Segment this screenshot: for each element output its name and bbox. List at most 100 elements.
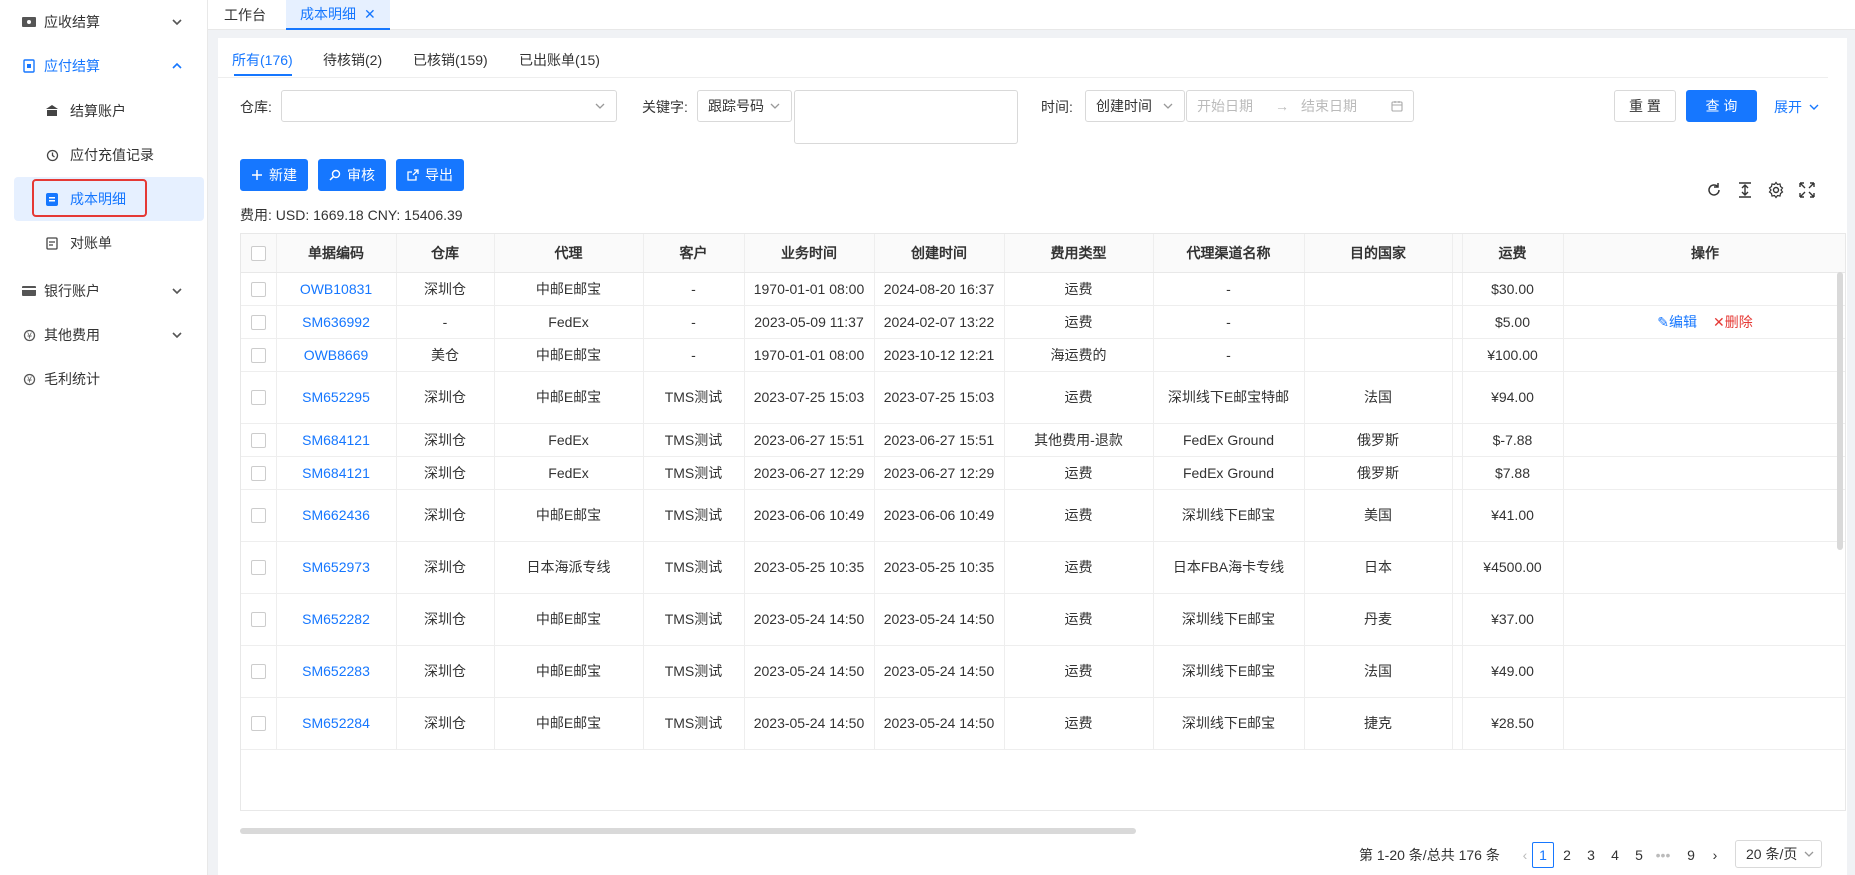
keyword-textarea[interactable] [794,90,1018,144]
page-2[interactable]: 2 [1556,842,1578,868]
cell-code[interactable]: SM652973 [276,541,397,594]
page-5[interactable]: 5 [1628,842,1650,868]
page-3[interactable]: 3 [1580,842,1602,868]
warehouse-select[interactable] [281,90,617,122]
cell-code[interactable]: SM684121 [276,423,397,457]
fullscreen-icon[interactable] [1798,181,1816,199]
cell-warehouse: 深圳仓 [396,697,495,750]
sidebar-item-recharge-records[interactable]: 应付充值记录 [0,133,208,177]
delete-link[interactable]: ✕删除 [1713,314,1753,330]
page-1[interactable]: 1 [1532,842,1554,868]
row-checkbox-cell [241,489,277,542]
page-4[interactable]: 4 [1604,842,1626,868]
cell-code[interactable]: SM652284 [276,697,397,750]
subtab-indicator [234,74,292,76]
end-date-input[interactable]: 结束日期 [1301,96,1357,116]
cell-code[interactable]: SM684121 [276,456,397,490]
page-size-select[interactable]: 20 条/页 [1735,840,1822,868]
subtab-written-off[interactable]: 已核销(159) [413,50,488,70]
export-button-label: 导出 [425,167,453,183]
horizontal-scrollbar[interactable] [240,828,1136,834]
row-checkbox[interactable] [250,390,266,406]
select-all-checkbox[interactable] [250,246,266,262]
cell-spacer [1452,489,1463,542]
sidebar-item-statement[interactable]: 对账单 [0,221,208,265]
sidebar-item-bank-account[interactable]: 银行账户 [0,269,208,313]
vertical-scrollbar[interactable] [1837,272,1843,550]
audit-button[interactable]: 审核 [318,159,386,191]
sidebar-item-receivable[interactable]: 应收结算 [0,0,208,44]
subtab-pending[interactable]: 待核销(2) [323,50,382,70]
date-range-picker[interactable]: 开始日期 → 结束日期 [1186,90,1414,122]
row-checkbox[interactable] [250,465,266,481]
start-date-input[interactable]: 开始日期 [1197,96,1253,116]
sidebar-item-payable[interactable]: 应付结算 [0,44,208,88]
header-checkbox-cell [241,234,277,273]
cell-customer: - [643,305,745,339]
row-checkbox[interactable] [250,432,266,448]
cell-code[interactable]: SM652283 [276,645,397,698]
row-checkbox[interactable] [250,664,266,680]
cell-agent: FedEx [494,456,644,490]
close-icon[interactable]: ✕ [364,6,376,23]
page-9[interactable]: 9 [1680,842,1702,868]
cell-channel: FedEx Ground [1153,456,1305,490]
cell-spacer [1452,371,1463,424]
page-ellipsis[interactable]: ••• [1652,842,1674,868]
column-header: 代理 [494,234,644,273]
cell-code[interactable]: OWB8669 [276,338,397,372]
tab-workbench[interactable]: 工作台 [210,0,280,30]
refresh-icon[interactable] [1705,181,1723,199]
cell-code[interactable]: SM652295 [276,371,397,424]
sidebar-item-settlement-account[interactable]: 结算账户 [0,89,208,133]
sidebar-item-label: 应付充值记录 [70,147,154,163]
range-separator: → [1275,98,1289,114]
new-button[interactable]: 新建 [240,159,308,191]
row-checkbox[interactable] [250,347,266,363]
cell-code[interactable]: SM662436 [276,489,397,542]
row-checkbox[interactable] [250,281,266,297]
cell-channel: 深圳线下E邮宝 [1153,697,1305,750]
sidebar-item-label: 对账单 [70,235,112,251]
expand-link[interactable]: 展开 [1774,97,1820,117]
recharge-icon [44,147,60,163]
cost-icon [44,191,60,207]
cell-freight: ¥94.00 [1462,371,1564,424]
table-row: SM652295 深圳仓 中邮E邮宝 TMS测试 2023-07-25 15:03 202… [241,371,1845,424]
table-row: SM684121 深圳仓 FedEx TMS测试 2023-06-27 15:51 202… [241,423,1845,457]
gear-icon[interactable] [1767,181,1785,199]
row-checkbox[interactable] [250,560,266,576]
chevron-down-icon [1163,103,1173,109]
fee-summary: 费用: USD: 1669.18 CNY: 15406.39 [240,207,463,223]
cell-actions: ✎✕ [1563,697,1845,750]
row-checkbox[interactable] [250,612,266,628]
row-checkbox-cell [241,272,277,306]
cell-freight: $7.88 [1462,456,1564,490]
reset-button[interactable]: 重 置 [1614,90,1676,122]
cell-fee-type: 运费 [1004,593,1154,646]
row-checkbox[interactable] [250,716,266,732]
tab-cost-detail[interactable]: 成本明细 ✕ [286,0,390,30]
keyword-type-select[interactable]: 跟踪号码 [697,90,792,122]
sidebar-item-other-fees[interactable]: ¥ 其他费用 [0,313,208,357]
column-height-icon[interactable] [1736,181,1754,199]
cell-code[interactable]: SM652282 [276,593,397,646]
export-button[interactable]: 导出 [396,159,464,191]
sidebar-item-gross-profit[interactable]: ¥ 毛利统计 [0,357,208,401]
sidebar-item-label: 结算账户 [70,103,126,119]
cell-code[interactable]: SM636992 [276,305,397,339]
sidebar-item-cost-detail[interactable]: 成本明细 [14,177,204,221]
row-checkbox-cell [241,697,277,750]
edit-link[interactable]: ✎编辑 [1657,314,1697,330]
row-checkbox[interactable] [250,508,266,524]
row-checkbox[interactable] [250,314,266,330]
next-page-icon[interactable]: › [1704,842,1726,868]
cell-fee-type: 运费 [1004,272,1154,306]
subtab-all[interactable]: 所有(176) [232,50,293,70]
subtab-billed[interactable]: 已出账单(15) [519,50,600,70]
cell-freight: ¥28.50 [1462,697,1564,750]
time-type-select[interactable]: 创建时间 [1085,90,1185,122]
cell-code[interactable]: OWB10831 [276,272,397,306]
query-button[interactable]: 查 询 [1686,90,1757,122]
cell-agent: 中邮E邮宝 [494,338,644,372]
